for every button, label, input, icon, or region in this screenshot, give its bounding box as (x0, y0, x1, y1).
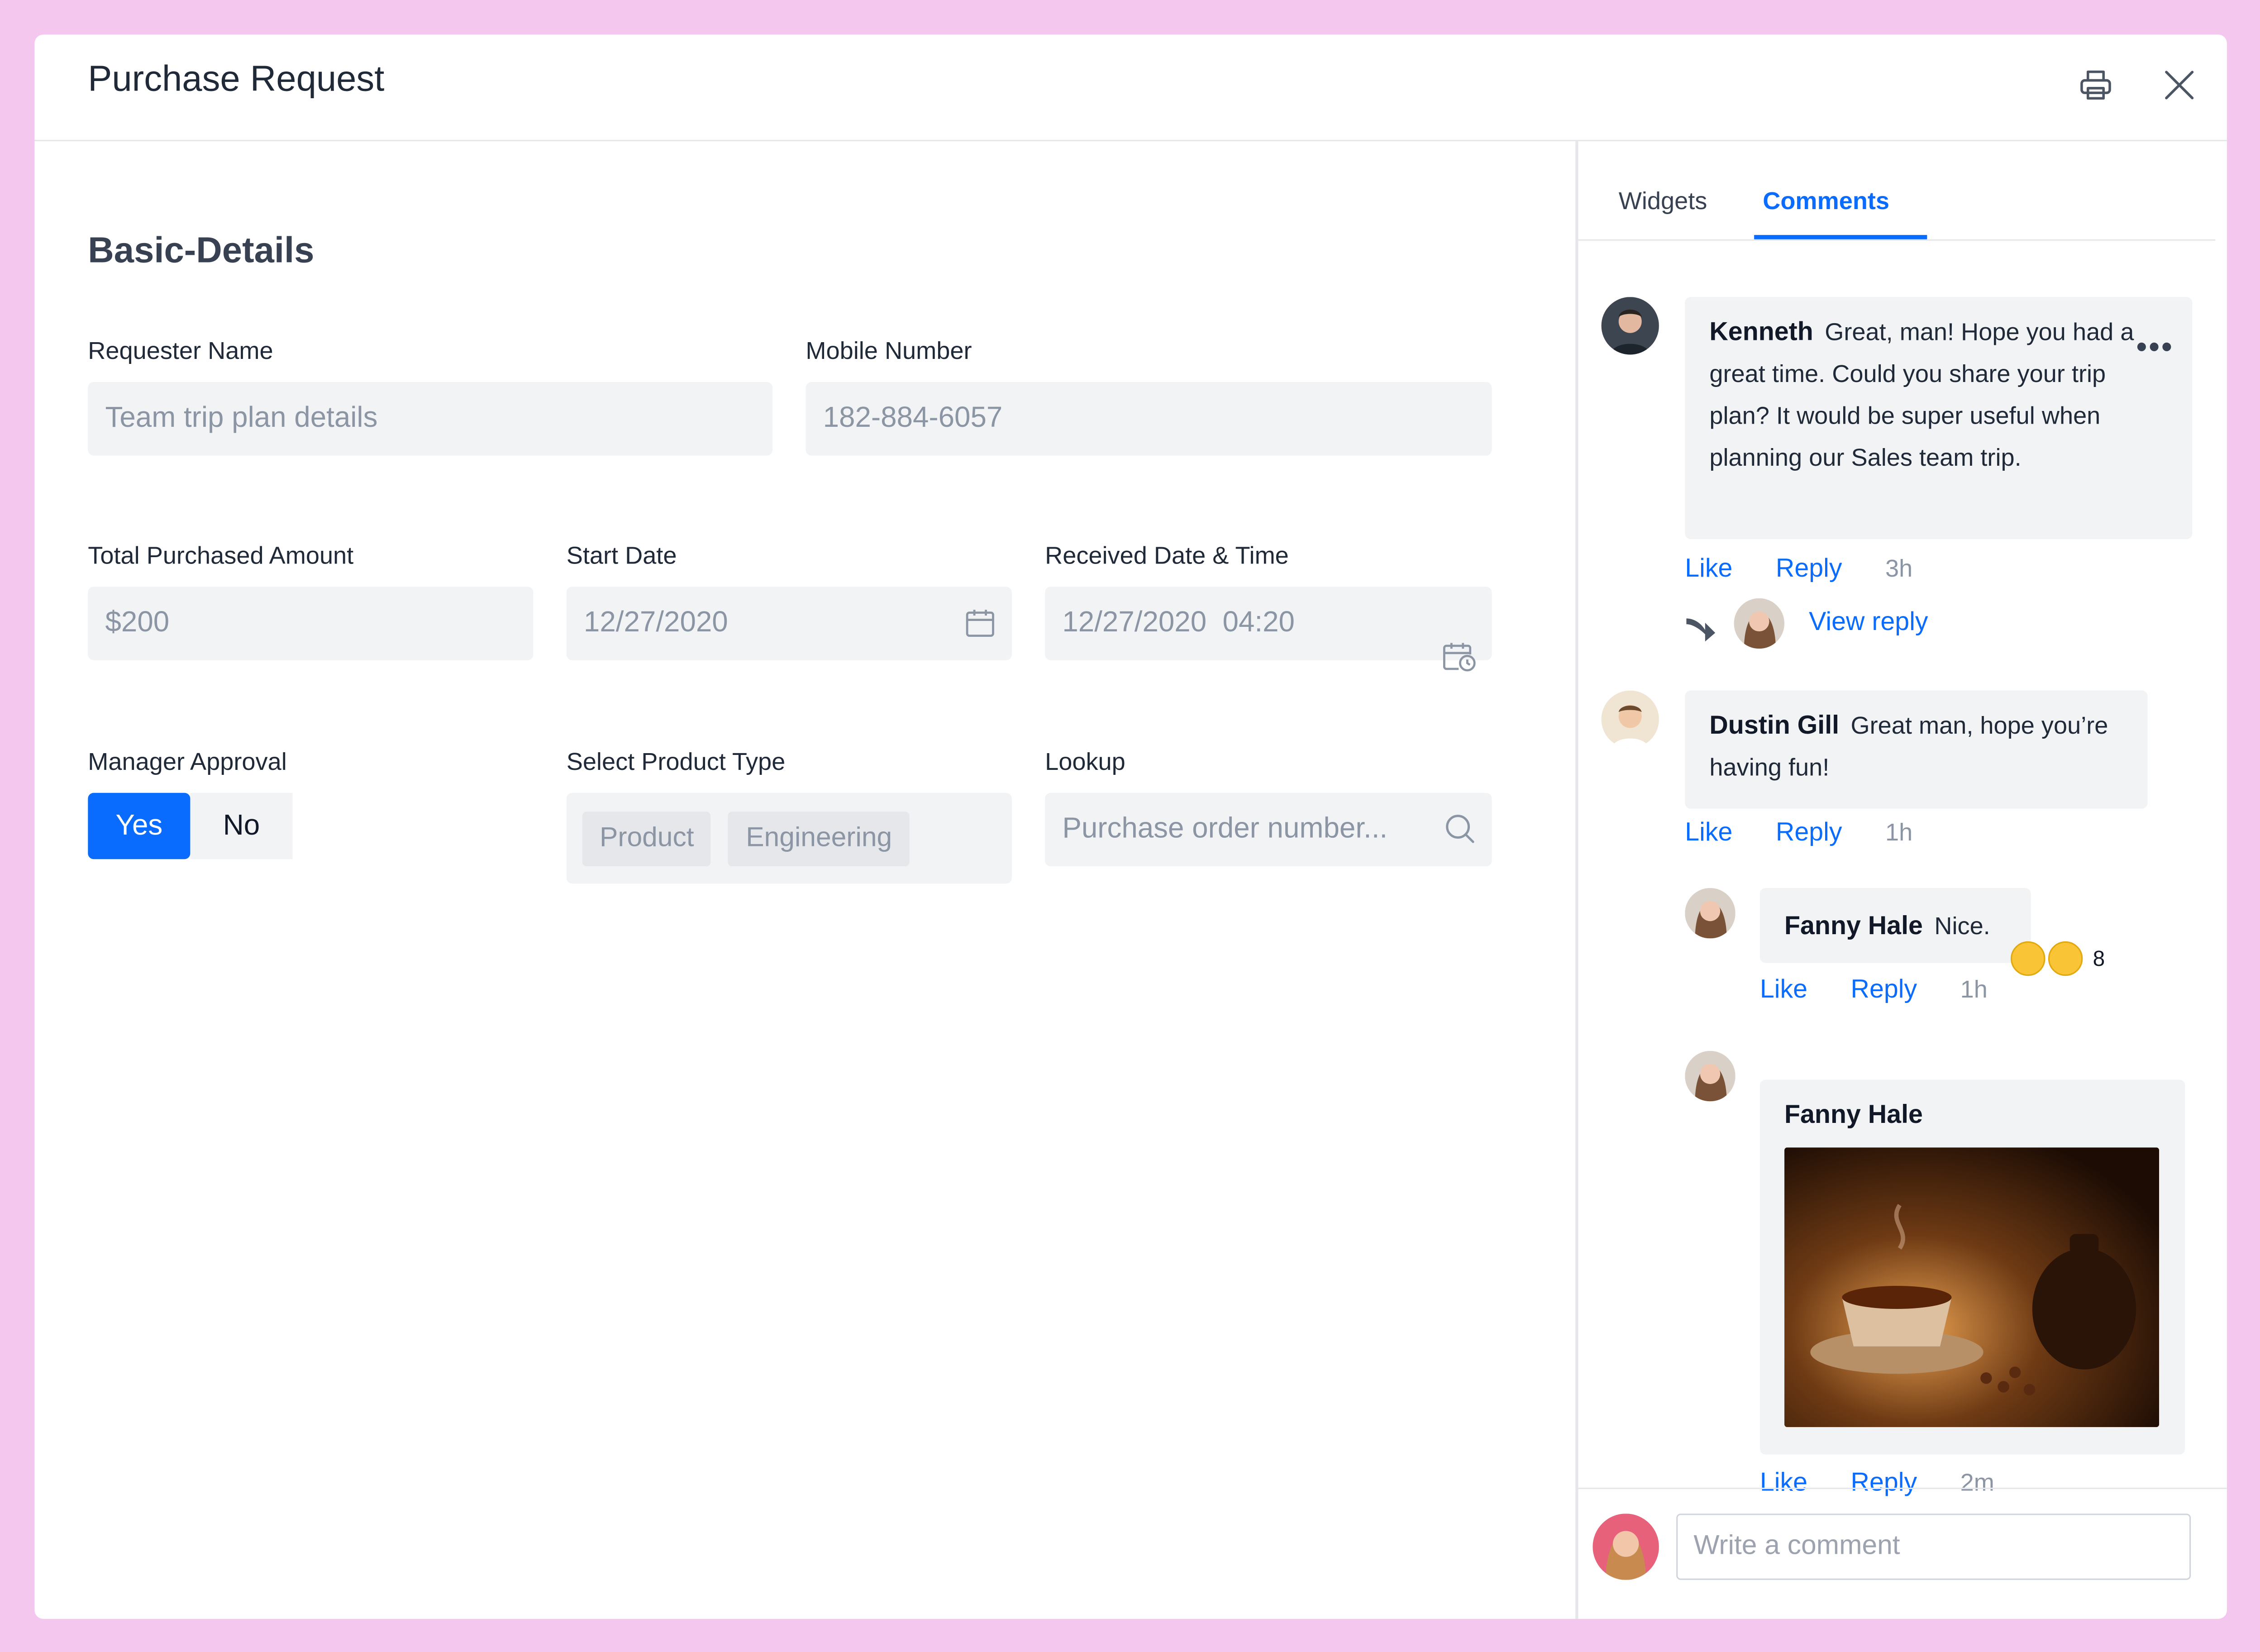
close-icon (2165, 71, 2194, 100)
manager-approval-toggle: Yes No (88, 793, 293, 859)
comment-timestamp: 1h (1885, 819, 1913, 846)
sad-emoji-icon (2048, 941, 2083, 976)
active-tab-indicator (1754, 235, 1927, 239)
comment-author: Dustin Gill (1709, 711, 1840, 740)
total-amount-placeholder: $200 (105, 606, 170, 639)
comment-composer (1578, 1487, 2227, 1619)
mobile-number-placeholder: 182-884-6057 (823, 402, 1003, 434)
product-type-label: Select Product Type (566, 748, 786, 776)
fanny-hale-avatar (1685, 1050, 1736, 1102)
more-horizontal-icon[interactable]: ••• (2136, 331, 2174, 363)
reply-bubble-fanny-1: Fanny Hale Nice. (1759, 888, 2031, 963)
start-date-field[interactable]: 12/27/2020 (566, 587, 1012, 660)
reply-button[interactable]: Reply (1776, 554, 1842, 584)
like-button[interactable]: Like (1760, 974, 1807, 1005)
total-amount-label: Total Purchased Amount (88, 542, 354, 570)
reply-author: Fanny Hale (1784, 911, 1923, 940)
mobile-number-label: Mobile Number (806, 337, 972, 365)
requester-name-placeholder: Team trip plan details (105, 402, 378, 434)
mobile-number-field[interactable]: 182-884-6057 (806, 382, 1492, 456)
form-panel: Basic-Details Requester Name Team trip p… (34, 141, 1575, 1619)
reply-button[interactable]: Reply (1851, 974, 1917, 1005)
view-reply-link[interactable]: View reply (1809, 607, 1928, 637)
current-user-avatar (1592, 1514, 1659, 1580)
product-type-select[interactable]: Product Engineering (566, 793, 1012, 884)
comment-timestamp: 3h (1885, 555, 1913, 582)
close-button[interactable] (2158, 63, 2201, 107)
fanny-hale-avatar (1685, 888, 1736, 939)
start-date-label: Start Date (566, 542, 677, 570)
comment-bubble-kenneth: Kenneth Great, man! Hope you had a great … (1685, 297, 2193, 540)
received-datetime-label: Received Date & Time (1045, 542, 1289, 570)
dialog-header: Purchase Request (34, 34, 2227, 142)
start-date-placeholder: 12/27/2020 (583, 606, 728, 639)
reaction-badge[interactable]: 8 (2011, 938, 2105, 979)
reply-timestamp: 1h (1960, 976, 1988, 1003)
engineering-chip[interactable]: Engineering (728, 811, 910, 866)
tab-widgets[interactable]: Widgets (1619, 187, 1707, 216)
lookup-label: Lookup (1045, 748, 1125, 776)
dustin-gill-avatar (1601, 690, 1659, 749)
reply-button[interactable]: Reply (1776, 817, 1842, 848)
requester-name-label: Requester Name (88, 337, 273, 365)
reply-author: Fanny Hale (1784, 1100, 1923, 1129)
tab-comments[interactable]: Comments (1763, 187, 1889, 216)
search-icon[interactable] (1443, 812, 1477, 855)
calendar-clock-icon[interactable] (1376, 606, 1477, 715)
total-amount-field[interactable]: $200 (88, 587, 534, 660)
comment-author: Kenneth (1709, 317, 1813, 346)
sidebar-tabs: Widgets Comments (1578, 141, 2216, 241)
comments-sidebar: Widgets Comments Kenneth Great, man! Hope… (1575, 141, 2227, 1619)
replier-avatar (1734, 598, 1785, 649)
received-datetime-placeholder: 12/27/2020 04:20 (1062, 606, 1295, 639)
comment-bubble-dustin: Dustin Gill Great man, hope you’re having… (1685, 690, 2148, 809)
reply-text: Nice. (1934, 912, 1990, 940)
lookup-placeholder: Purchase order number... (1062, 813, 1388, 845)
like-button[interactable]: Like (1685, 554, 1732, 584)
printer-icon (2080, 70, 2111, 100)
requester-name-field[interactable]: Team trip plan details (88, 382, 773, 456)
approval-yes-option[interactable]: Yes (88, 793, 191, 859)
kenneth-avatar (1601, 297, 1659, 355)
reaction-count: 8 (2093, 946, 2105, 971)
calendar-icon[interactable] (963, 606, 997, 649)
like-button[interactable]: Like (1685, 817, 1732, 848)
product-chip[interactable]: Product (582, 811, 711, 866)
approval-no-option[interactable]: No (190, 793, 293, 859)
comment-input[interactable] (1676, 1514, 2191, 1580)
manager-approval-label: Manager Approval (88, 748, 287, 776)
received-datetime-field[interactable]: 12/27/2020 04:20 (1045, 587, 1492, 672)
surprised-emoji-icon (2011, 941, 2045, 976)
section-title: Basic-Details (88, 230, 315, 271)
lookup-field[interactable]: Purchase order number... (1045, 793, 1492, 867)
reply-arrow-icon (1686, 618, 1716, 642)
purchase-request-dialog: Purchase Request Basic-Details Requester… (34, 34, 2227, 1619)
print-button[interactable] (2074, 63, 2117, 107)
coffee-photo[interactable] (1784, 1147, 2160, 1428)
dialog-title: Purchase Request (88, 59, 385, 100)
